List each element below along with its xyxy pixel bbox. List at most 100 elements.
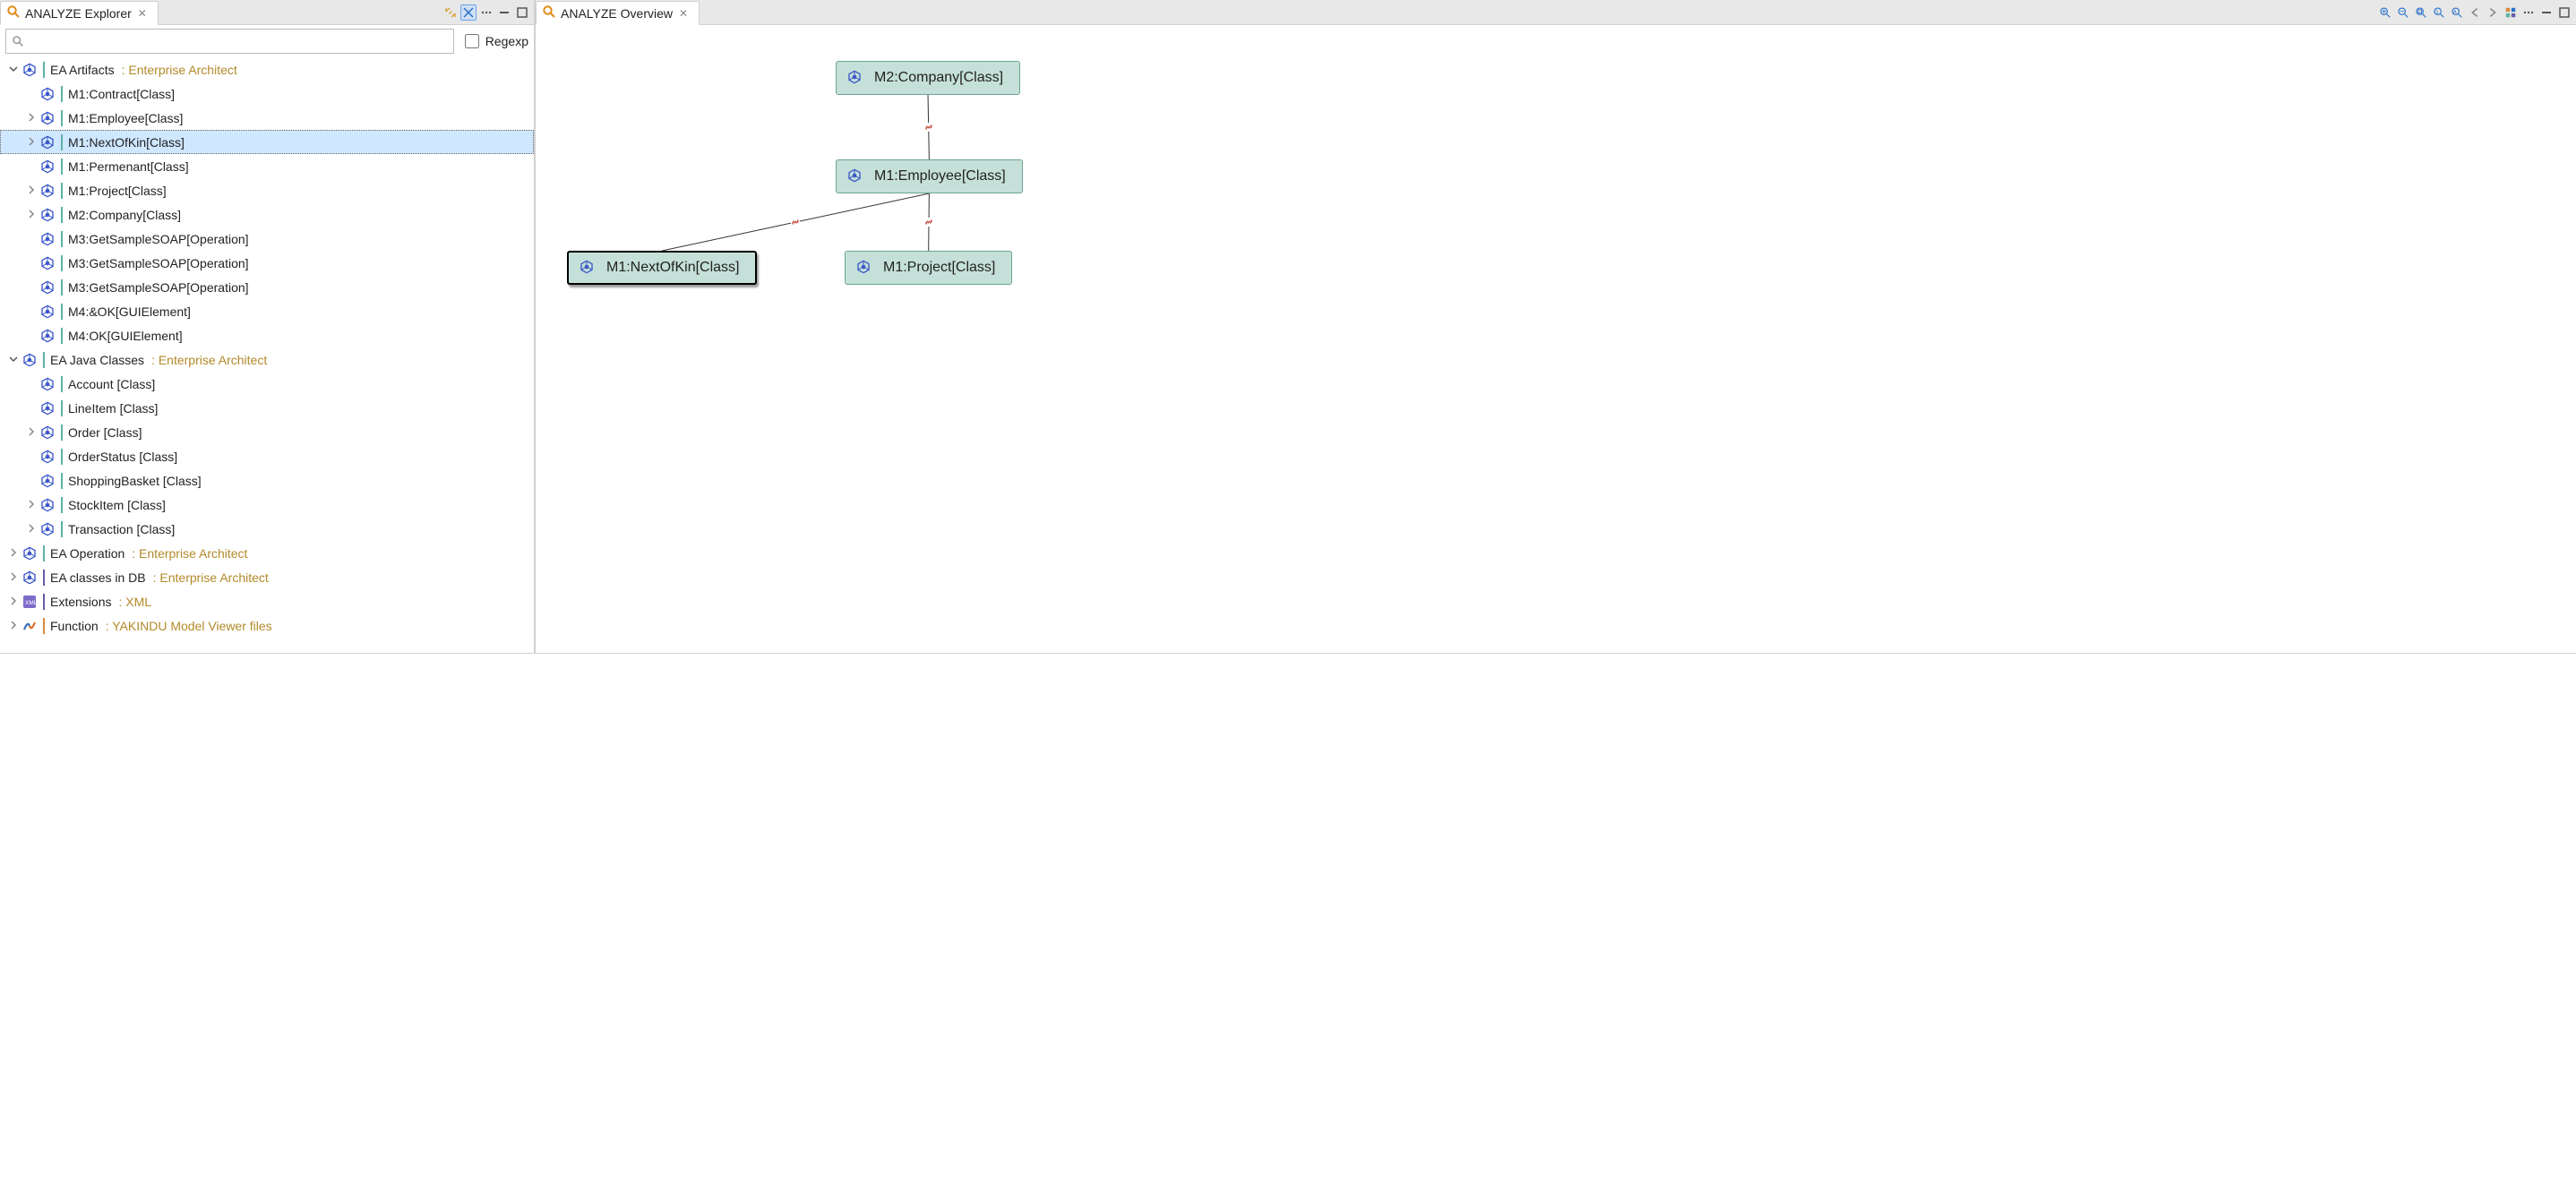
chevron-right-icon[interactable] bbox=[25, 209, 38, 221]
overview-canvas[interactable]: M2:Company[Class] M1:Employee[Class] M1:… bbox=[536, 25, 2576, 653]
close-icon[interactable]: ✕ bbox=[677, 7, 690, 20]
diagram-node[interactable]: M2:Company[Class] bbox=[836, 61, 1020, 95]
tree-row-label: EA classes in DB bbox=[50, 570, 153, 585]
tree-row[interactable]: M3:GetSampleSOAP[Operation] bbox=[0, 227, 534, 251]
chevron-right-icon[interactable] bbox=[25, 499, 38, 511]
chevron-down-icon[interactable] bbox=[7, 64, 20, 76]
overview-tab[interactable]: ANALYZE Overview ✕ bbox=[536, 1, 700, 25]
zoom-all-icon[interactable]: A bbox=[2449, 4, 2465, 21]
tree-row[interactable]: StockItem [Class] bbox=[0, 493, 534, 517]
tree-row[interactable]: M3:GetSampleSOAP[Operation] bbox=[0, 251, 534, 275]
diagram-node[interactable]: M1:NextOfKin[Class] bbox=[567, 251, 757, 285]
tree-row[interactable]: M1:Project[Class] bbox=[0, 178, 534, 202]
zoom-fit-icon[interactable] bbox=[2413, 4, 2429, 21]
explorer-tree[interactable]: EA Artifacts : Enterprise Architect M1:C… bbox=[0, 57, 534, 653]
xml-icon: XML bbox=[21, 594, 38, 610]
explorer-tab[interactable]: ANALYZE Explorer ✕ bbox=[0, 1, 159, 25]
link-icon[interactable] bbox=[924, 123, 933, 132]
artifact-icon bbox=[39, 231, 56, 247]
tree-row[interactable]: M2:Company[Class] bbox=[0, 202, 534, 227]
tree-row-label: Transaction [Class] bbox=[68, 522, 182, 536]
tree-row[interactable]: M1:Permenant[Class] bbox=[0, 154, 534, 178]
chevron-right-icon[interactable] bbox=[7, 596, 20, 608]
chevron-right-icon[interactable] bbox=[25, 523, 38, 536]
tree-row-label: M3:GetSampleSOAP[Operation] bbox=[68, 280, 256, 295]
tree-row[interactable]: XMLExtensions : XML bbox=[0, 589, 534, 613]
link-icon[interactable] bbox=[791, 218, 800, 227]
category-bar bbox=[61, 134, 63, 150]
chevron-right-icon[interactable] bbox=[25, 426, 38, 439]
artifact-icon bbox=[39, 279, 56, 296]
overview-toolbar: 1 A bbox=[2377, 4, 2576, 21]
tree-row[interactable]: M1:Contract[Class] bbox=[0, 81, 534, 106]
chevron-right-icon[interactable] bbox=[7, 620, 20, 632]
crosshair-icon[interactable] bbox=[460, 4, 477, 21]
tree-row[interactable]: M3:GetSampleSOAP[Operation] bbox=[0, 275, 534, 299]
diagram-node[interactable]: M1:Project[Class] bbox=[845, 251, 1012, 285]
search-input-wrap[interactable] bbox=[5, 29, 454, 54]
minimize-icon[interactable] bbox=[496, 4, 512, 21]
sync-icon[interactable] bbox=[442, 4, 459, 21]
tree-row[interactable]: EA Operation : Enterprise Architect bbox=[0, 541, 534, 565]
maximize-icon[interactable] bbox=[2556, 4, 2572, 21]
select-all-icon[interactable] bbox=[2503, 4, 2519, 21]
zoom-in-icon[interactable] bbox=[2377, 4, 2393, 21]
tree-row[interactable]: Function : YAKINDU Model Viewer files bbox=[0, 613, 534, 638]
tree-row[interactable]: EA Artifacts : Enterprise Architect bbox=[0, 57, 534, 81]
artifact-icon bbox=[21, 570, 38, 586]
tree-row[interactable]: OrderStatus [Class] bbox=[0, 444, 534, 468]
view-menu-icon[interactable] bbox=[2520, 4, 2537, 21]
zoom-reset-icon[interactable]: 1 bbox=[2431, 4, 2447, 21]
tree-row-suffix: : XML bbox=[118, 595, 151, 609]
tree-row[interactable]: EA classes in DB : Enterprise Architect bbox=[0, 565, 534, 589]
close-icon[interactable]: ✕ bbox=[136, 7, 149, 20]
regexp-checkbox-input[interactable] bbox=[465, 34, 479, 48]
tree-row[interactable]: Account [Class] bbox=[0, 372, 534, 396]
chevron-right-icon[interactable] bbox=[25, 112, 38, 124]
tree-row[interactable]: M4:&OK[GUIElement] bbox=[0, 299, 534, 323]
link-icon[interactable] bbox=[924, 218, 933, 227]
diagram-node[interactable]: M1:Employee[Class] bbox=[836, 159, 1023, 193]
back-icon[interactable] bbox=[2467, 4, 2483, 21]
tree-row-label: EA Artifacts bbox=[50, 63, 122, 77]
category-bar bbox=[43, 545, 45, 561]
category-bar bbox=[61, 424, 63, 441]
tree-row-label: EA Java Classes bbox=[50, 353, 151, 367]
view-menu-icon[interactable] bbox=[478, 4, 494, 21]
maximize-icon[interactable] bbox=[514, 4, 530, 21]
tree-row-label: M3:GetSampleSOAP[Operation] bbox=[68, 256, 256, 270]
search-input[interactable] bbox=[28, 33, 448, 49]
chevron-right-icon[interactable] bbox=[25, 184, 38, 197]
tree-row[interactable]: EA Java Classes : Enterprise Architect bbox=[0, 347, 534, 372]
minimize-icon[interactable] bbox=[2538, 4, 2555, 21]
magnifier-icon bbox=[6, 4, 21, 21]
artifact-icon bbox=[39, 449, 56, 465]
tree-row-label: Account [Class] bbox=[68, 377, 162, 391]
tree-row[interactable]: LineItem [Class] bbox=[0, 396, 534, 420]
category-bar bbox=[61, 110, 63, 126]
category-bar bbox=[61, 255, 63, 271]
chevron-down-icon[interactable] bbox=[7, 354, 20, 366]
tree-row[interactable]: Order [Class] bbox=[0, 420, 534, 444]
regexp-checkbox[interactable]: Regexp bbox=[461, 31, 528, 51]
category-bar bbox=[61, 376, 63, 392]
tree-row[interactable]: M1:NextOfKin[Class] bbox=[0, 130, 534, 154]
overview-panel: ANALYZE Overview ✕ 1 A bbox=[535, 0, 2576, 654]
tree-row-label: M3:GetSampleSOAP[Operation] bbox=[68, 232, 256, 246]
artifact-icon bbox=[39, 159, 56, 175]
diagram-node-label: M1:Employee[Class] bbox=[874, 168, 1006, 184]
chevron-right-icon[interactable] bbox=[25, 136, 38, 149]
tree-row[interactable]: ShoppingBasket [Class] bbox=[0, 468, 534, 493]
tree-row-label: Order [Class] bbox=[68, 425, 149, 440]
tree-row[interactable]: M4:OK[GUIElement] bbox=[0, 323, 534, 347]
explorer-tab-label: ANALYZE Explorer bbox=[25, 6, 132, 21]
zoom-out-icon[interactable] bbox=[2395, 4, 2411, 21]
artifact-icon bbox=[39, 400, 56, 416]
tree-row-label: LineItem [Class] bbox=[68, 401, 165, 416]
chevron-right-icon[interactable] bbox=[7, 547, 20, 560]
tree-row[interactable]: M1:Employee[Class] bbox=[0, 106, 534, 130]
chevron-right-icon[interactable] bbox=[7, 571, 20, 584]
category-bar bbox=[61, 159, 63, 175]
tree-row[interactable]: Transaction [Class] bbox=[0, 517, 534, 541]
forward-icon[interactable] bbox=[2485, 4, 2501, 21]
